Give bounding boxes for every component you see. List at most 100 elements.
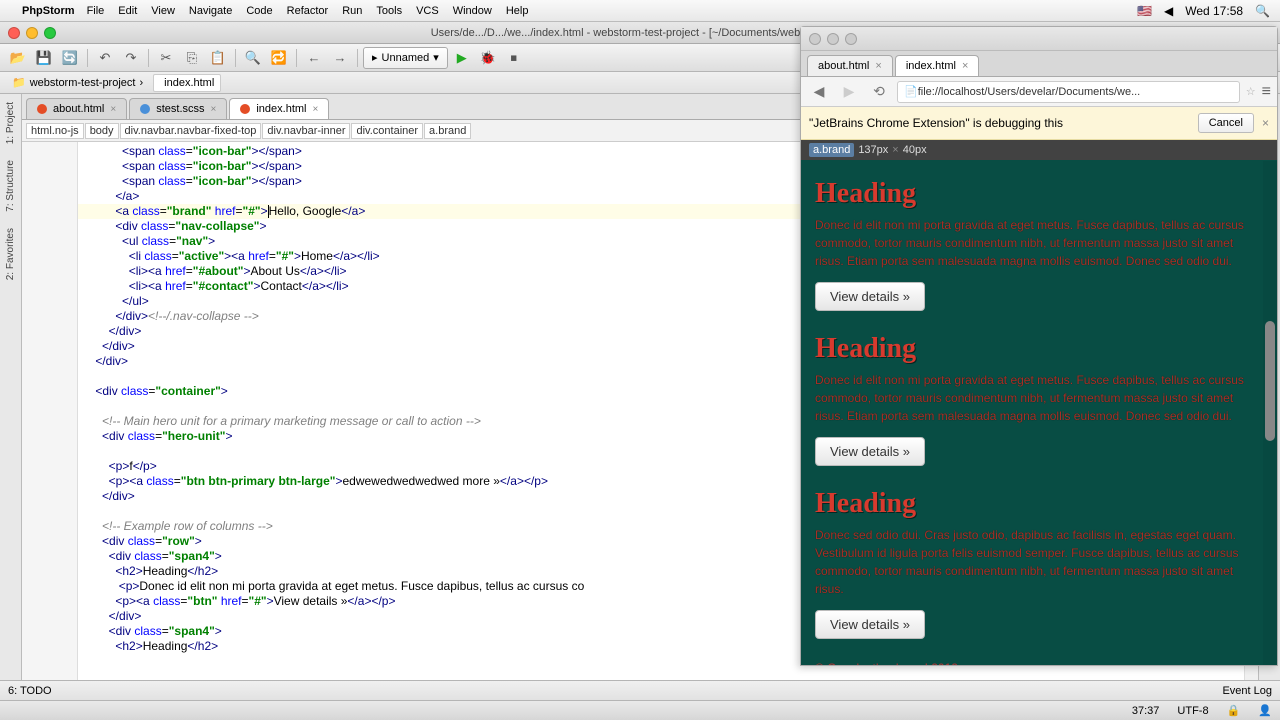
page-paragraph: Donec id elit non mi porta gravida at eg…: [815, 371, 1263, 425]
page-content[interactable]: Heading Donec id elit non mi porta gravi…: [801, 160, 1277, 665]
save-icon[interactable]: 💾: [32, 47, 56, 69]
hector-icon[interactable]: 👤: [1258, 704, 1272, 717]
bc-container[interactable]: div.container: [351, 123, 423, 139]
menu-window[interactable]: Window: [453, 5, 492, 17]
spotlight-icon[interactable]: 🔍: [1255, 4, 1270, 18]
open-icon[interactable]: 📂: [6, 47, 30, 69]
favorites-tool-tab[interactable]: 2: Favorites: [5, 224, 16, 284]
menu-navigate[interactable]: Navigate: [189, 5, 232, 17]
debug-banner: "JetBrains Chrome Extension" is debuggin…: [801, 107, 1277, 140]
view-details-button[interactable]: View details »: [815, 282, 925, 311]
inspect-width: 137px: [858, 144, 888, 156]
browser-tab-index[interactable]: index.html×: [895, 55, 980, 76]
element-inspector-tooltip: a.brand 137px × 40px: [801, 140, 1277, 160]
project-tool-tab[interactable]: 1: Project: [5, 98, 16, 148]
close-icon[interactable]: ×: [211, 104, 217, 115]
todo-tool[interactable]: 6: TODO: [8, 685, 52, 697]
bc-html[interactable]: html.no-js: [26, 123, 84, 139]
menu-vcs[interactable]: VCS: [416, 5, 439, 17]
paste-icon[interactable]: 📋: [206, 47, 230, 69]
debug-message: "JetBrains Chrome Extension" is debuggin…: [809, 116, 1190, 130]
page-heading: Heading: [815, 333, 1263, 365]
volume-icon[interactable]: ◀: [1164, 4, 1173, 18]
stop-icon[interactable]: ⏹: [502, 47, 526, 69]
redo-icon[interactable]: ↷: [119, 47, 143, 69]
menu-tools[interactable]: Tools: [376, 5, 402, 17]
bc-brand[interactable]: a.brand: [424, 123, 471, 139]
mac-menubar: PhpStorm File Edit View Navigate Code Re…: [0, 0, 1280, 22]
close-icon[interactable]: ×: [962, 60, 968, 72]
sync-icon[interactable]: 🔄: [58, 47, 82, 69]
forward-icon[interactable]: ▶: [837, 80, 861, 104]
back-icon[interactable]: ←: [302, 47, 326, 69]
find-icon[interactable]: 🔍: [241, 47, 265, 69]
status-bar: 37:37 UTF-8 🔒 👤: [0, 700, 1280, 720]
event-log[interactable]: Event Log: [1222, 685, 1272, 697]
inspect-height: 40px: [903, 144, 927, 156]
zoom-icon[interactable]: [44, 27, 56, 39]
cancel-button[interactable]: Cancel: [1198, 113, 1254, 133]
structure-tool-tab[interactable]: 7: Structure: [5, 156, 16, 216]
editor-gutter: [22, 142, 78, 680]
close-icon[interactable]: ×: [110, 104, 116, 115]
chrome-menu-icon[interactable]: ≡: [1262, 83, 1271, 101]
chrome-address-bar: ◀ ▶ ⟲ 📄 file://localhost/Users/develar/D…: [801, 77, 1277, 107]
bc-navbar[interactable]: div.navbar.navbar-fixed-top: [120, 123, 262, 139]
close-icon[interactable]: ×: [313, 104, 319, 115]
scrollbar[interactable]: [1263, 161, 1277, 665]
url-field[interactable]: 📄 file://localhost/Users/develar/Documen…: [897, 81, 1240, 103]
run-icon[interactable]: ▶: [450, 47, 474, 69]
forward-icon[interactable]: →: [328, 47, 352, 69]
back-icon[interactable]: ◀: [807, 80, 831, 104]
replace-icon[interactable]: 🔁: [267, 47, 291, 69]
lock-icon[interactable]: 🔒: [1227, 704, 1241, 717]
cut-icon[interactable]: ✂: [154, 47, 178, 69]
bookmark-icon[interactable]: ☆: [1246, 85, 1256, 98]
close-icon[interactable]: [8, 27, 20, 39]
tab-stest[interactable]: stest.scss×: [129, 98, 227, 119]
encoding[interactable]: UTF-8: [1177, 705, 1208, 717]
nav-file[interactable]: index.html: [153, 74, 221, 92]
undo-icon[interactable]: ↶: [93, 47, 117, 69]
bc-inner[interactable]: div.navbar-inner: [262, 123, 350, 139]
menu-refactor[interactable]: Refactor: [287, 5, 329, 17]
minimize-icon[interactable]: [26, 27, 38, 39]
menu-code[interactable]: Code: [246, 5, 272, 17]
traffic-lights: [0, 27, 64, 39]
copy-icon[interactable]: ⎘: [180, 47, 204, 69]
page-paragraph: Donec sed odio dui. Cras justo odio, dap…: [815, 526, 1263, 598]
close-icon[interactable]: ×: [1262, 116, 1269, 130]
menu-run[interactable]: Run: [342, 5, 362, 17]
close-icon[interactable]: [809, 33, 821, 45]
inspect-selector: a.brand: [809, 143, 854, 157]
minimize-icon[interactable]: [827, 33, 839, 45]
menu-file[interactable]: File: [87, 5, 105, 17]
caret-pos[interactable]: 37:37: [1132, 705, 1160, 717]
menu-view[interactable]: View: [151, 5, 175, 17]
page-heading: Heading: [815, 488, 1263, 520]
chrome-tabs: about.html× index.html×: [801, 51, 1277, 77]
view-details-button[interactable]: View details »: [815, 437, 925, 466]
bc-body[interactable]: body: [85, 123, 119, 139]
debug-icon[interactable]: 🐞: [476, 47, 500, 69]
close-icon[interactable]: ×: [875, 60, 881, 72]
app-name[interactable]: PhpStorm: [22, 5, 75, 17]
menu-edit[interactable]: Edit: [118, 5, 137, 17]
chrome-titlebar: [801, 27, 1277, 51]
left-tool-strip: 1: Project 7: Structure 2: Favorites: [0, 94, 22, 680]
run-config-dropdown[interactable]: ▸ Unnamed ▾: [363, 47, 448, 69]
reload-icon[interactable]: ⟲: [867, 80, 891, 104]
page-heading: Heading: [815, 178, 1263, 210]
tab-index[interactable]: index.html×: [229, 98, 329, 119]
clock[interactable]: Wed 17:58: [1185, 4, 1243, 18]
flag-icon[interactable]: 🇺🇸: [1137, 4, 1152, 18]
tab-about[interactable]: about.html×: [26, 98, 127, 119]
chrome-window: about.html× index.html× ◀ ▶ ⟲ 📄 file://l…: [800, 26, 1278, 666]
browser-tab-about[interactable]: about.html×: [807, 55, 893, 76]
view-details-button[interactable]: View details »: [815, 610, 925, 639]
tool-window-bar: 6: TODO Event Log: [0, 680, 1280, 700]
nav-project[interactable]: 📁 webstorm-test-project ›: [6, 74, 149, 91]
zoom-icon[interactable]: [845, 33, 857, 45]
menu-help[interactable]: Help: [506, 5, 529, 17]
page-footer: © Google, thank you! 2012: [815, 661, 1263, 665]
